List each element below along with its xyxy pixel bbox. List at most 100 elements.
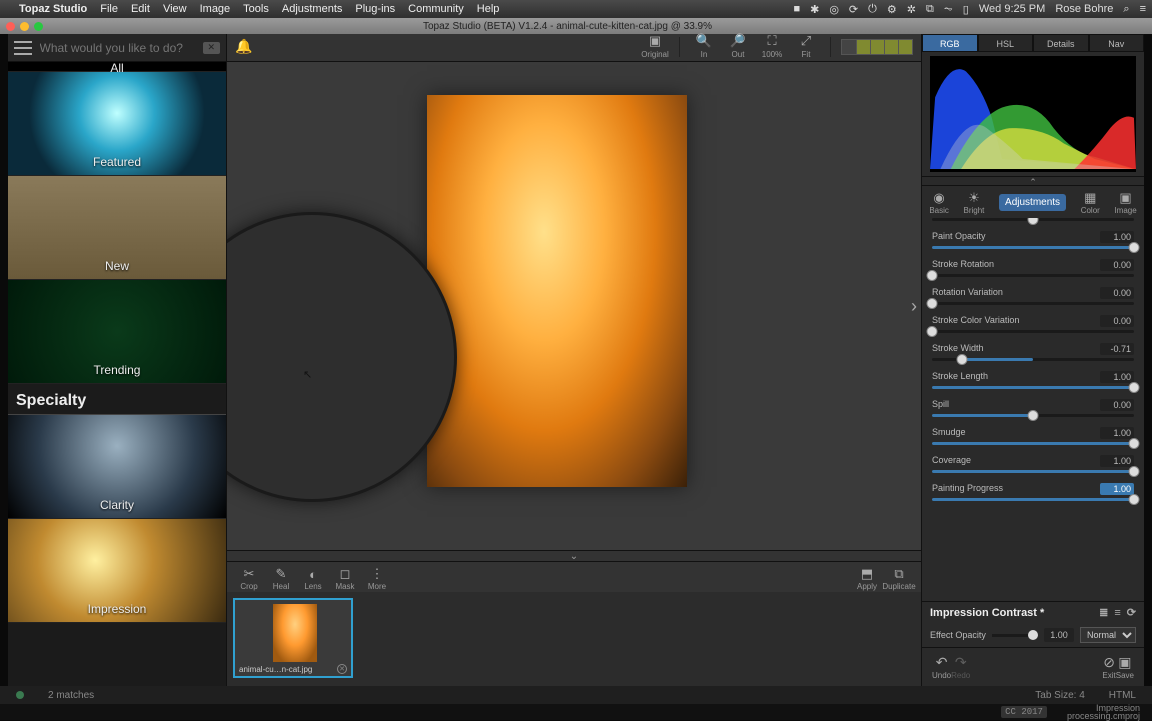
filmstrip-frame-active[interactable]: animal-cu…n-cat.jpg ✕ [233,598,353,678]
slider-value[interactable]: 0.00 [1100,259,1134,271]
duplicate-button[interactable]: ⧉Duplicate [885,566,913,591]
tab-nav[interactable]: Nav [1089,34,1145,52]
undo-button[interactable]: ↶Undo [932,654,951,680]
slider-value[interactable]: 1.00 [1100,455,1134,467]
menu-community[interactable]: Community [408,3,464,15]
effect-header[interactable]: Impression Contrast * ≣ ≡ ⟳ [922,601,1144,623]
bell-icon[interactable]: 🔔 [235,38,252,55]
menu-view[interactable]: View [163,3,187,15]
layout-mode-strip[interactable] [841,39,913,55]
category-clarity[interactable]: Clarity [8,415,226,519]
menubar-clock[interactable]: Wed 9:25 PM [979,3,1045,15]
slider-value[interactable]: 1.00 [1100,371,1134,383]
collapse-histogram-toggle[interactable]: ⌃ [922,176,1144,186]
effect-reset-icon[interactable]: ⟳ [1127,606,1136,619]
menu-image[interactable]: Image [200,3,231,15]
close-window-button[interactable] [6,22,15,31]
airplay-icon[interactable]: ⧉ [926,3,934,16]
slider-track[interactable] [932,330,1134,333]
footer-tabsize[interactable]: Tab Size: 4 [1035,690,1084,701]
slider-track[interactable] [932,302,1134,305]
slider-track[interactable] [932,386,1134,389]
slider-knob[interactable] [927,298,938,309]
category-impression[interactable]: Impression [8,519,226,623]
slider-value[interactable]: 0.00 [1100,399,1134,411]
slider-track[interactable] [932,246,1134,249]
slider-knob[interactable] [927,270,938,281]
minimize-window-button[interactable] [20,22,29,31]
tab-hsl[interactable]: HSL [978,34,1034,52]
status-icon[interactable]: ✱ [810,3,819,16]
effect-opacity-slider[interactable] [992,634,1038,637]
bluetooth-icon[interactable]: ✲ [907,3,916,16]
category-new[interactable]: New [8,176,226,280]
slider-value[interactable]: 0.00 [1100,315,1134,327]
status-icon[interactable]: ◎ [829,3,839,16]
frame-close-button[interactable]: ✕ [337,664,347,674]
menu-edit[interactable]: Edit [131,3,150,15]
slider-value[interactable]: 0.00 [1100,287,1134,299]
apply-button[interactable]: ⬒Apply [853,566,881,591]
slider-value[interactable]: 1.00 [1100,231,1134,243]
slider-track[interactable] [932,470,1134,473]
menu-adjustments[interactable]: Adjustments [282,3,343,15]
tab-rgb[interactable]: RGB [922,34,978,52]
search-input[interactable] [40,41,195,55]
slider-knob[interactable] [1129,382,1140,393]
slider-knob[interactable] [957,354,968,365]
menu-extras-icon[interactable]: ≡ [1140,3,1146,15]
clear-search-button[interactable]: ✕ [203,42,221,54]
footer-language[interactable]: HTML [1109,690,1136,701]
zoom-100-button[interactable]: ⛶100% [758,33,786,59]
mask-tool[interactable]: ◻Mask [331,566,359,591]
app-name[interactable]: Topaz Studio [19,3,87,15]
slider-value[interactable]: 1.00 [1100,483,1134,495]
menu-file[interactable]: File [100,3,118,15]
heal-tool[interactable]: ✎Heal [267,566,295,591]
hamburger-icon[interactable] [14,41,32,55]
more-tools[interactable]: ⋮More [363,566,391,591]
wifi-icon[interactable]: ⏦ [944,3,953,16]
status-icon[interactable]: ⚙ [887,3,897,16]
menu-help[interactable]: Help [477,3,500,15]
status-icon[interactable]: ⏻ [868,3,877,16]
zoom-fit-button[interactable]: ⤢Fit [792,33,820,59]
status-icon[interactable]: ■ [793,3,800,15]
status-icon[interactable]: ⟳ [849,3,858,16]
category-all[interactable]: All [8,62,226,72]
canvas[interactable]: ‹ ↖ › [227,62,921,550]
slider-track[interactable] [932,414,1134,417]
effect-opacity-value[interactable]: 1.00 [1044,628,1074,642]
slider-track[interactable] [932,274,1134,277]
mode-color[interactable]: ▦Color [1081,190,1100,215]
category-trending[interactable]: Trending [8,280,226,384]
effect-list-icon[interactable]: ≣ [1099,606,1108,619]
slider-value[interactable]: 1.00 [1100,427,1134,439]
mode-image[interactable]: ▣Image [1114,190,1136,215]
slider-knob[interactable] [927,326,938,337]
category-featured[interactable]: Featured [8,72,226,176]
crop-tool[interactable]: ✂Crop [235,566,263,591]
mode-adjustments[interactable]: Adjustments [999,194,1066,211]
save-button[interactable]: ▣Save [1116,654,1134,680]
redo-button[interactable]: ↷Redo [951,654,970,680]
slider-knob[interactable] [1129,438,1140,449]
slider-knob[interactable] [1129,242,1140,253]
menu-plugins[interactable]: Plug-ins [355,3,395,15]
zoom-window-button[interactable] [34,22,43,31]
slider-track[interactable] [932,218,1134,221]
slider-track[interactable] [932,498,1134,501]
exit-button[interactable]: ⊘Exit [1102,654,1115,680]
zoom-out-button[interactable]: 🔎Out [724,33,752,59]
slider-value[interactable]: -0.71 [1100,343,1134,355]
zoom-in-button[interactable]: 🔍In [690,33,718,59]
effect-menu-icon[interactable]: ≡ [1114,607,1120,619]
original-toggle[interactable]: ▣Original [641,33,669,59]
slider-track[interactable] [932,358,1134,361]
battery-icon[interactable]: ▯ [963,3,969,16]
menubar-user[interactable]: Rose Bohre [1055,3,1113,15]
tab-details[interactable]: Details [1033,34,1089,52]
slider-knob[interactable] [1028,410,1039,421]
slider-knob[interactable] [1129,466,1140,477]
menu-tools[interactable]: Tools [243,3,269,15]
